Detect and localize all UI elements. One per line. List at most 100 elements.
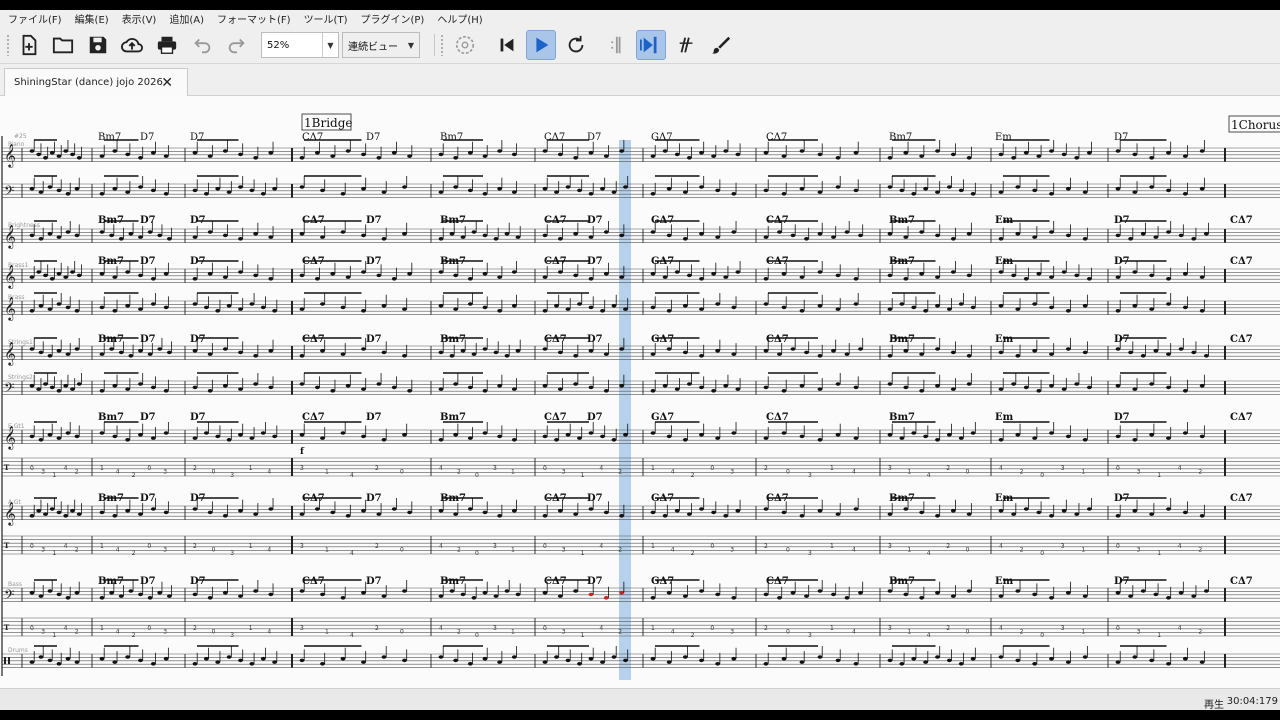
chevron-down-icon[interactable]: ▼ — [322, 33, 338, 57]
menu-view[interactable]: 表示(V) — [122, 11, 157, 26]
tab-number: 3 — [1137, 547, 1141, 554]
notehead — [799, 309, 805, 313]
chord-symbol: CΔ7 — [766, 576, 789, 587]
tab-number: 1 — [1157, 632, 1161, 639]
notehead — [1166, 662, 1171, 666]
view-mode-select[interactable]: 連続ビュー ▼ — [342, 32, 420, 58]
notehead — [1061, 387, 1067, 391]
notehead — [438, 303, 444, 308]
close-icon[interactable]: ✕ — [161, 76, 173, 90]
notehead — [1166, 302, 1171, 306]
redo-icon[interactable] — [222, 30, 252, 60]
notehead — [763, 662, 769, 666]
notehead — [163, 192, 169, 196]
notehead — [674, 387, 680, 391]
notehead — [150, 188, 156, 193]
notehead — [29, 309, 35, 313]
notehead — [853, 150, 859, 155]
chord-symbol: Bm7 — [98, 256, 124, 267]
notehead — [723, 275, 729, 279]
chord-symbol: D7 — [140, 132, 154, 143]
notehead — [565, 432, 571, 437]
menu-add[interactable]: 追加(A) — [169, 11, 204, 26]
undo-icon[interactable] — [187, 30, 217, 60]
notehead — [29, 590, 35, 595]
menu-tools[interactable]: ツール(T) — [304, 11, 348, 26]
notehead — [903, 507, 909, 511]
metronome-icon[interactable] — [450, 30, 480, 60]
notehead — [935, 383, 940, 388]
notehead — [482, 510, 488, 515]
notehead — [515, 348, 521, 353]
tab-number: 2 — [764, 465, 768, 472]
notehead — [29, 186, 35, 191]
notehead — [899, 662, 905, 666]
split-icon[interactable] — [600, 30, 630, 60]
notehead — [998, 655, 1004, 659]
notehead — [835, 432, 841, 437]
new-file-icon[interactable] — [14, 30, 44, 60]
notehead — [125, 655, 131, 659]
menu-format[interactable]: フォーマット(F) — [217, 11, 291, 26]
chord-symbol: D7 — [366, 412, 382, 423]
pan-icon[interactable] — [636, 30, 666, 60]
chord-symbol: D7 — [140, 334, 156, 345]
document-tab[interactable]: ShiningStar (dance) jojo 2026 ✕ — [4, 68, 188, 96]
play-icon[interactable] — [526, 30, 556, 60]
menu-plugins[interactable]: プラグイン(P) — [360, 11, 424, 26]
notehead — [320, 302, 325, 306]
toolbar-grip[interactable] — [6, 34, 10, 56]
notehead — [682, 594, 688, 598]
upload-cloud-icon[interactable] — [117, 30, 147, 60]
notehead — [340, 431, 346, 435]
chord-symbol: Bm7 — [98, 493, 124, 504]
tab-number: 3 — [562, 629, 566, 636]
notehead — [1140, 589, 1146, 593]
tab-number: 4 — [927, 472, 931, 479]
toolbar-grip[interactable] — [440, 34, 444, 56]
loop-icon[interactable] — [561, 30, 591, 60]
notehead — [1115, 309, 1121, 313]
tab-number: 4 — [927, 550, 931, 557]
score-view[interactable]: Piano 𝄞 𝄢 Brightness 𝄞 Brass1 𝄞 Brass 𝄞 Strings1 𝄞… — [0, 96, 1280, 688]
notehead — [163, 510, 169, 515]
chord-symbol: Bm7 — [889, 132, 912, 143]
print-icon[interactable] — [152, 30, 182, 60]
menu-help[interactable]: ヘルプ(H) — [437, 11, 482, 26]
notehead — [118, 350, 124, 355]
save-icon[interactable] — [83, 30, 113, 60]
tab-number: 4 — [1178, 543, 1182, 550]
notehead — [666, 347, 672, 351]
notehead — [493, 350, 499, 355]
notehead — [438, 655, 444, 659]
notehead — [76, 512, 82, 516]
menu-file[interactable]: ファイル(F) — [8, 11, 62, 26]
tab-number: 0 — [543, 543, 547, 550]
tab-number: 3 — [300, 465, 304, 472]
notehead — [138, 658, 143, 663]
tab-number: 4 — [671, 547, 675, 554]
notehead — [711, 389, 717, 393]
treble-clef: 𝄞 — [4, 143, 16, 168]
notehead — [511, 655, 517, 659]
notehead — [935, 438, 940, 442]
rewind-icon[interactable] — [492, 30, 522, 60]
tab-number: 1 — [907, 629, 911, 636]
chevron-down-icon[interactable]: ▼ — [403, 33, 419, 57]
menu-edit[interactable]: 編集(E) — [75, 11, 109, 26]
chord-symbol: D7 — [1114, 215, 1130, 226]
notehead — [407, 389, 413, 393]
notehead — [919, 271, 925, 276]
brush-icon[interactable] — [706, 30, 736, 60]
score-canvas[interactable]: Piano𝄞𝄢Brightness𝄞Brass1𝄞Brass𝄞Strings1𝄞… — [0, 96, 1280, 688]
notehead — [1023, 385, 1029, 390]
tab-number: 4 — [999, 543, 1003, 550]
notehead — [763, 385, 769, 390]
notehead — [320, 348, 325, 353]
open-folder-icon[interactable] — [48, 30, 78, 60]
notehead — [650, 431, 656, 435]
tab-number: 0 — [786, 629, 790, 636]
input-icon[interactable] — [672, 30, 702, 60]
notehead — [919, 230, 925, 234]
zoom-select[interactable]: 52% ▼ — [261, 32, 339, 58]
